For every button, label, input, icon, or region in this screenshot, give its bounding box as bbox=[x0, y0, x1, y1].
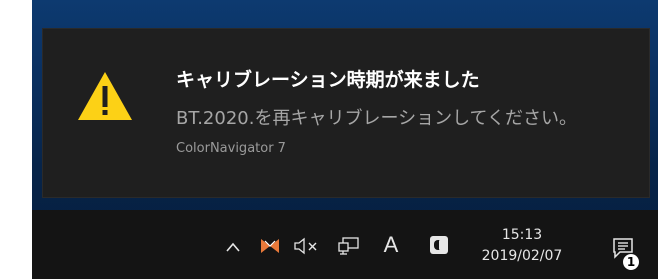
network-icon[interactable] bbox=[336, 234, 362, 258]
taskbar-clock[interactable]: 15:13 2019/02/07 bbox=[472, 226, 572, 268]
volume-muted-icon[interactable] bbox=[292, 234, 322, 258]
ime-mode-indicator[interactable]: A bbox=[378, 232, 404, 258]
ime-icon[interactable] bbox=[428, 234, 450, 256]
toast-title: キャリブレーション時期が来ました bbox=[176, 69, 480, 91]
warning-icon bbox=[78, 72, 132, 120]
toast-message: BT.2020.を再キャリブレーションしてください。 bbox=[176, 108, 578, 129]
chevron-up-icon[interactable] bbox=[222, 236, 244, 258]
clock-date: 2019/02/07 bbox=[481, 248, 563, 264]
toast-app-name: ColorNavigator 7 bbox=[176, 141, 286, 156]
clock-time: 15:13 bbox=[501, 227, 543, 243]
notification-count-badge: 1 bbox=[622, 253, 640, 271]
colornavigator-tray-icon[interactable] bbox=[257, 234, 283, 258]
